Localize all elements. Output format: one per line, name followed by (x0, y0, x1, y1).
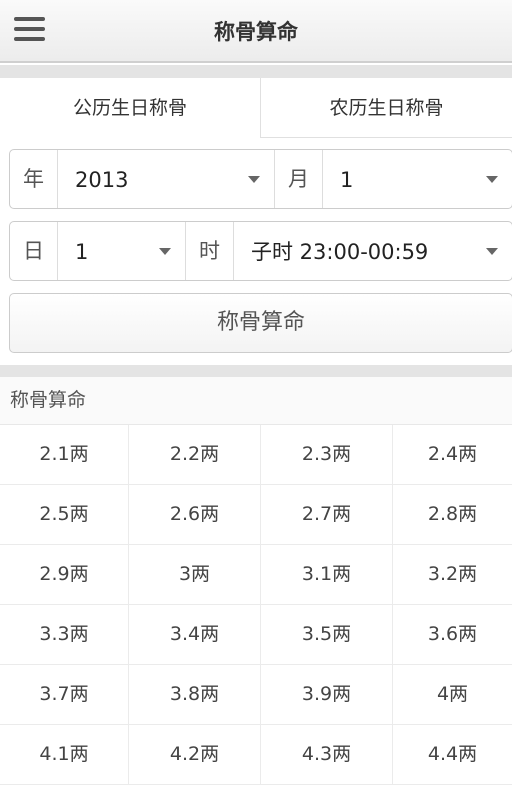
grid-row: 3.7两 3.8两 3.9两 4两 (0, 665, 512, 725)
hour-value: 子时 23:00-00:59 (251, 240, 429, 264)
weight-cell[interactable]: 4.1两 (0, 725, 129, 784)
day-select[interactable]: 1 (58, 222, 186, 280)
weight-cell[interactable]: 3.2两 (393, 545, 512, 604)
weight-cell[interactable]: 2.7两 (261, 485, 393, 544)
chevron-down-icon (159, 248, 171, 255)
divider (0, 365, 512, 377)
weight-cell[interactable]: 2.4两 (393, 425, 512, 484)
weight-cell[interactable]: 2.2两 (129, 425, 261, 484)
weight-cell[interactable]: 3.4两 (129, 605, 261, 664)
weight-cell[interactable]: 3.5两 (261, 605, 393, 664)
grid-row: 3.3两 3.4两 3.5两 3.6两 (0, 605, 512, 665)
grid-row: 2.5两 2.6两 2.7两 2.8两 (0, 485, 512, 545)
weight-cell[interactable]: 3两 (129, 545, 261, 604)
calendar-tabs: 公历生日称骨 农历生日称骨 (0, 78, 512, 138)
weight-cell[interactable]: 2.9两 (0, 545, 129, 604)
app-header: 称骨算命 (0, 0, 512, 63)
weight-cell[interactable]: 3.8两 (129, 665, 261, 724)
weight-cell[interactable]: 3.9两 (261, 665, 393, 724)
year-value: 2013 (75, 168, 129, 192)
weight-cell[interactable]: 3.1两 (261, 545, 393, 604)
grid-row: 2.1两 2.2两 2.3两 2.4两 (0, 425, 512, 485)
day-value: 1 (75, 240, 89, 264)
weight-grid: 2.1两 2.2两 2.3两 2.4两 2.5两 2.6两 2.7两 2.8两 2.9两 3两 3.… (0, 425, 512, 785)
month-value: 1 (340, 168, 354, 192)
divider (0, 65, 512, 78)
tab-lunar-birthday[interactable]: 农历生日称骨 (260, 78, 512, 138)
calculate-button[interactable]: 称骨算命 (9, 293, 512, 353)
day-label: 日 (10, 222, 58, 280)
page-title: 称骨算命 (214, 20, 298, 44)
weight-cell[interactable]: 2.3两 (261, 425, 393, 484)
tab-solar-birthday[interactable]: 公历生日称骨 (0, 78, 260, 138)
year-label: 年 (10, 150, 58, 208)
weight-cell[interactable]: 4.4两 (393, 725, 512, 784)
weight-cell[interactable]: 2.5两 (0, 485, 129, 544)
weight-cell[interactable]: 4.2两 (129, 725, 261, 784)
results-section-title: 称骨算命 (0, 377, 512, 425)
day-hour-row: 日 1 时 子时 23:00-00:59 (9, 221, 512, 281)
weight-cell[interactable]: 4.3两 (261, 725, 393, 784)
hour-label: 时 (186, 222, 234, 280)
year-month-row: 年 2013 月 1 (9, 149, 512, 209)
month-select[interactable]: 1 (323, 150, 512, 208)
month-label: 月 (275, 150, 323, 208)
weight-cell[interactable]: 3.3两 (0, 605, 129, 664)
weight-cell[interactable]: 2.1两 (0, 425, 129, 484)
weight-cell[interactable]: 3.6两 (393, 605, 512, 664)
grid-row: 4.1两 4.2两 4.3两 4.4两 (0, 725, 512, 785)
weight-cell[interactable]: 2.6两 (129, 485, 261, 544)
hour-select[interactable]: 子时 23:00-00:59 (234, 222, 512, 280)
year-select[interactable]: 2013 (58, 150, 275, 208)
weight-cell[interactable]: 3.7两 (0, 665, 129, 724)
weight-cell[interactable]: 2.8两 (393, 485, 512, 544)
weight-cell[interactable]: 4两 (393, 665, 512, 724)
grid-row: 2.9两 3两 3.1两 3.2两 (0, 545, 512, 605)
chevron-down-icon (486, 176, 498, 183)
chevron-down-icon (248, 176, 260, 183)
chevron-down-icon (486, 248, 498, 255)
